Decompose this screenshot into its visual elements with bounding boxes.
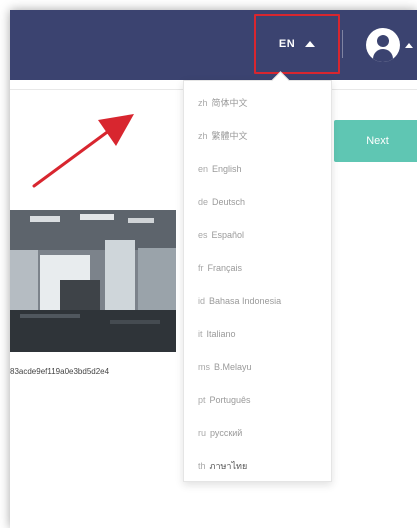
app-window: EN Next 83acde9ef119a0e3bd5d2e4 zh 简体中文 … xyxy=(10,10,417,528)
user-avatar-icon[interactable] xyxy=(366,28,400,62)
language-dropdown-menu: zh 简体中文 zh 繁體中文 en English de Deutsch es Espa… xyxy=(183,80,332,482)
language-option-zh-hans[interactable]: zh 简体中文 xyxy=(184,87,331,120)
language-option-en[interactable]: en English xyxy=(184,153,331,186)
language-option-it[interactable]: it Italiano xyxy=(184,318,331,351)
language-option-label: English xyxy=(212,164,242,174)
language-option-ru[interactable]: ru русский xyxy=(184,417,331,450)
avatar-body-shape xyxy=(373,49,393,62)
caret-up-icon[interactable] xyxy=(405,43,413,48)
top-nav-bar: EN xyxy=(10,10,417,80)
language-option-fr[interactable]: fr Français xyxy=(184,252,331,285)
language-option-de[interactable]: de Deutsch xyxy=(184,186,331,219)
language-option-code: zh xyxy=(198,131,208,141)
language-option-code: en xyxy=(198,164,209,174)
language-option-id[interactable]: id Bahasa Indonesia xyxy=(184,285,331,318)
language-option-pt[interactable]: pt Português xyxy=(184,384,331,417)
image-filename: 83acde9ef119a0e3bd5d2e4 xyxy=(10,367,110,376)
avatar-head-shape xyxy=(377,35,389,47)
language-option-code: ms xyxy=(198,362,210,372)
language-option-code: es xyxy=(198,230,208,240)
language-option-label: Português xyxy=(209,395,251,405)
language-option-code: zh xyxy=(198,98,208,108)
language-option-code: it xyxy=(198,329,203,339)
annotation-arrow-icon xyxy=(30,110,140,195)
language-option-label: Italiano xyxy=(206,329,236,339)
language-option-label: русский xyxy=(210,428,243,438)
language-option-label: B.Melayu xyxy=(214,362,252,372)
language-option-code: pt xyxy=(198,395,206,405)
language-option-es[interactable]: es Español xyxy=(184,219,331,252)
language-option-code: th xyxy=(198,461,206,471)
language-selector-button[interactable]: EN xyxy=(254,14,340,74)
language-option-code: id xyxy=(198,296,206,306)
next-button[interactable]: Next xyxy=(334,120,417,162)
language-option-code: fr xyxy=(198,263,204,273)
language-list: zh 简体中文 zh 繁體中文 en English de Deutsch es Espa… xyxy=(184,81,331,483)
topbar-divider xyxy=(342,30,343,58)
language-selector-label: EN xyxy=(278,38,296,50)
language-option-code: ru xyxy=(198,428,207,438)
language-option-label: Français xyxy=(207,263,243,273)
language-option-label: Español xyxy=(211,230,245,240)
language-option-ms[interactable]: ms B.Melayu xyxy=(184,351,331,384)
language-option-zh-hant[interactable]: zh 繁體中文 xyxy=(184,120,331,153)
language-option-code: de xyxy=(198,197,209,207)
image-thumbnail[interactable] xyxy=(10,210,176,352)
language-option-label: Bahasa Indonesia xyxy=(209,296,282,306)
language-option-label: Deutsch xyxy=(212,197,246,207)
language-option-label: 繁體中文 xyxy=(211,131,248,141)
language-option-label: ภาษาไทย xyxy=(209,461,248,471)
caret-up-icon xyxy=(305,40,316,47)
language-option-th[interactable]: th ภาษาไทย xyxy=(184,450,331,483)
language-option-label: 简体中文 xyxy=(211,98,248,108)
